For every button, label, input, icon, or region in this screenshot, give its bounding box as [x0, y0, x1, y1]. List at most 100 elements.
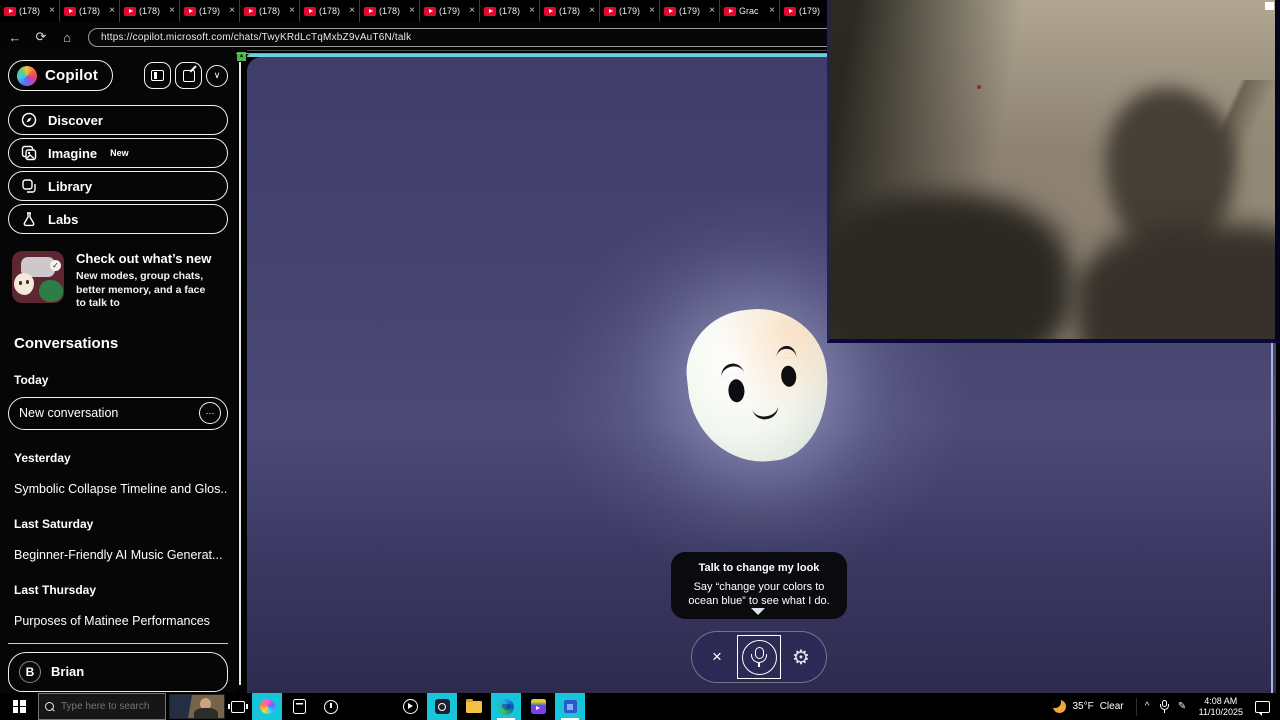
- whats-new-promo[interactable]: ✓ Check out what’s new New modes, group …: [8, 251, 228, 311]
- sidebar-divider: [8, 642, 228, 644]
- clock-widget[interactable]: 4:08 AM 11/10/2025: [1191, 696, 1251, 717]
- back-icon[interactable]: ←: [4, 30, 26, 45]
- collapse-button[interactable]: ∨: [206, 64, 228, 87]
- sidebar-panel-icon: [151, 70, 164, 81]
- ellipsis-icon: ⋯: [205, 407, 215, 418]
- avatar-left-eyebrow: [719, 361, 745, 378]
- youtube-favicon-icon: [184, 6, 196, 16]
- webcam-video-window[interactable]: [827, 0, 1280, 343]
- weather-widget[interactable]: 35°F Clear: [1043, 700, 1133, 713]
- sidebar-item-discover[interactable]: Discover: [8, 105, 228, 135]
- copilot-brand-button[interactable]: Copilot: [8, 60, 114, 91]
- conversation-item[interactable]: Symbolic Collapse Timeline and Glos...: [8, 482, 228, 496]
- tab-close-icon[interactable]: ×: [709, 6, 715, 16]
- browser-tab[interactable]: (179) ×: [420, 0, 480, 22]
- tab-title: (179): [679, 6, 701, 16]
- url-text: https://copilot.microsoft.com/chats/TwyK…: [101, 31, 412, 43]
- taskbar-app-media-player[interactable]: [395, 693, 425, 720]
- tab-close-icon[interactable]: ×: [349, 6, 355, 16]
- taskbar-app-alarms[interactable]: [316, 693, 346, 720]
- tab-close-icon[interactable]: ×: [589, 6, 595, 16]
- conversation-item-new[interactable]: New conversation ⋯: [8, 396, 228, 430]
- tray-microphone-icon[interactable]: [1160, 700, 1170, 713]
- browser-tab[interactable]: (179) ×: [660, 0, 720, 22]
- app-window-thumbnail[interactable]: [169, 694, 225, 719]
- microphone-button[interactable]: [737, 635, 781, 679]
- avatar-mouth: [752, 404, 780, 422]
- home-icon[interactable]: ⌂: [56, 30, 78, 45]
- webcam-foreground-shadow: [830, 193, 1075, 339]
- group-label-yesterday: Yesterday: [14, 450, 71, 465]
- broccoli-icon: [39, 280, 63, 302]
- tab-close-icon[interactable]: ×: [289, 6, 295, 16]
- conversation-title: New conversation: [19, 406, 119, 420]
- taskbar-app-calculator[interactable]: [284, 693, 314, 720]
- sidebar-scrollbar[interactable]: ▲: [236, 50, 247, 693]
- taskbar-app-obs[interactable]: [427, 693, 457, 720]
- browser-tab[interactable]: (178) ×: [120, 0, 180, 22]
- sidebar-item-labs[interactable]: Labs: [8, 204, 228, 234]
- sidebar-item-library[interactable]: Library: [8, 171, 228, 201]
- toggle-sidebar-button[interactable]: [144, 62, 171, 89]
- show-hidden-icons-button[interactable]: ^: [1139, 701, 1156, 712]
- taskbar-app-edge[interactable]: [491, 693, 521, 720]
- search-input[interactable]: [61, 701, 159, 712]
- tab-close-icon[interactable]: ×: [49, 6, 55, 16]
- group-label-today: Today: [14, 372, 49, 387]
- new-chat-button[interactable]: [175, 62, 202, 89]
- youtube-favicon-icon: [484, 6, 496, 16]
- browser-tab[interactable]: (178) ×: [540, 0, 600, 22]
- tab-close-icon[interactable]: ×: [109, 6, 115, 16]
- conversation-menu-button[interactable]: ⋯: [199, 402, 221, 424]
- tray-date: 11/10/2025: [1198, 706, 1243, 717]
- screen: (178) × (178) × (178) × (179) × (178) × (178)…: [0, 0, 1280, 720]
- tab-close-icon[interactable]: ×: [409, 6, 415, 16]
- group-label-last-saturday: Last Saturday: [14, 516, 94, 531]
- browser-tab[interactable]: (178) ×: [360, 0, 420, 22]
- profile-button[interactable]: B Brian: [8, 651, 228, 692]
- start-button[interactable]: [0, 693, 38, 720]
- address-bar[interactable]: https://copilot.microsoft.com/chats/TwyK…: [88, 27, 836, 47]
- tab-close-icon[interactable]: ×: [649, 6, 655, 16]
- conversation-item[interactable]: Purposes of Matinee Performances: [8, 614, 228, 628]
- refresh-icon[interactable]: ⟳: [30, 29, 52, 45]
- tab-title: (179): [799, 6, 821, 16]
- system-tray: 35°F Clear ^ ✎ 4:08 AM 11/10/2025: [1043, 693, 1280, 720]
- taskbar-search-box[interactable]: [38, 693, 166, 720]
- taskbar-app-blue[interactable]: [555, 693, 585, 720]
- tab-title: (178): [379, 6, 401, 16]
- tab-close-icon[interactable]: ×: [769, 6, 775, 16]
- browser-tab[interactable]: (178) ×: [0, 0, 60, 22]
- browser-tab[interactable]: (178) ×: [480, 0, 540, 22]
- browser-tab[interactable]: (178) ×: [240, 0, 300, 22]
- action-center-icon[interactable]: [1255, 700, 1270, 716]
- task-view-button[interactable]: [225, 693, 251, 720]
- browser-tab[interactable]: (179) ×: [180, 0, 240, 22]
- tab-close-icon[interactable]: ×: [469, 6, 475, 16]
- browser-tab[interactable]: Grac ×: [720, 0, 780, 22]
- settings-button[interactable]: ⚙: [789, 645, 813, 670]
- youtube-favicon-icon: [4, 6, 16, 16]
- avatar-left-eye: [727, 378, 746, 403]
- tooltip-caret: [751, 608, 765, 615]
- sidebar-item-imagine[interactable]: Imagine New: [8, 138, 228, 168]
- conversation-item[interactable]: Beginner-Friendly AI Music Generat...: [8, 548, 228, 562]
- scrollbar-track[interactable]: [239, 62, 241, 685]
- browser-tab[interactable]: (178) ×: [60, 0, 120, 22]
- tab-close-icon[interactable]: ×: [229, 6, 235, 16]
- pen-workspace-icon[interactable]: ✎: [1174, 701, 1191, 712]
- browser-tab[interactable]: (178) ×: [300, 0, 360, 22]
- taskbar-app-file-explorer[interactable]: [459, 693, 489, 720]
- taskbar-app-films-tv[interactable]: [523, 693, 553, 720]
- browser-tab[interactable]: (179) ×: [600, 0, 660, 22]
- end-call-button[interactable]: ×: [705, 647, 729, 667]
- compose-icon: [182, 69, 195, 82]
- check-icon: ✓: [50, 260, 61, 271]
- tab-close-icon[interactable]: ×: [529, 6, 535, 16]
- tab-close-icon[interactable]: ×: [169, 6, 175, 16]
- taskbar-app-paint3d[interactable]: [252, 693, 282, 720]
- tab-title: (178): [499, 6, 521, 16]
- youtube-favicon-icon: [304, 6, 316, 16]
- tooltip-body: Say “change your colors to ocean blue” t…: [688, 581, 830, 607]
- webcam-corner-button[interactable]: [1265, 2, 1274, 10]
